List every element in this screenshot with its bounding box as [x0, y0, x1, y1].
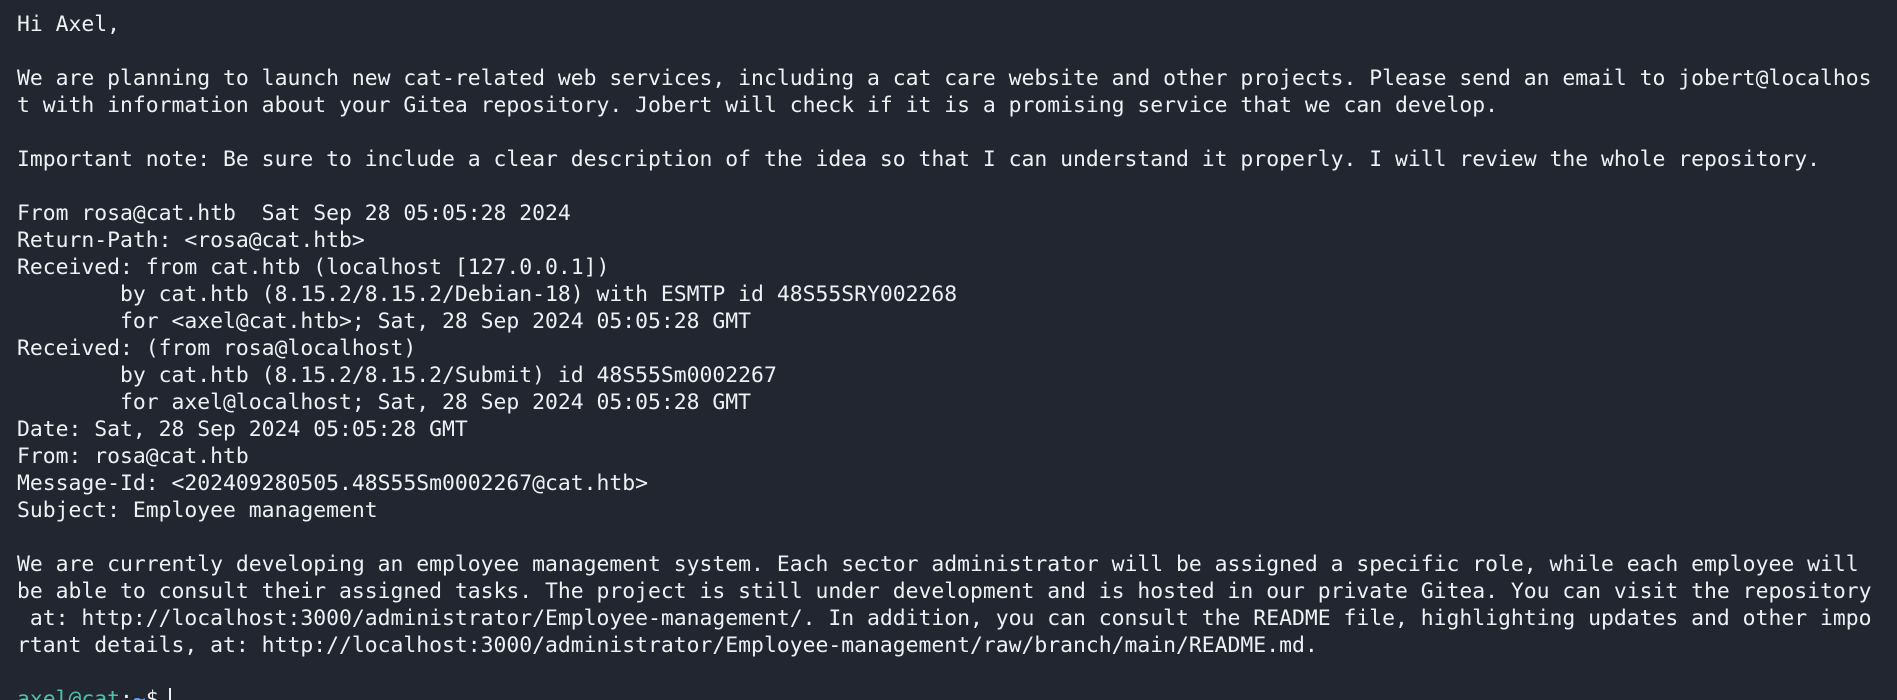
- text-cursor: [168, 688, 171, 700]
- prompt-symbol: $: [145, 687, 159, 700]
- shell-prompt[interactable]: axel@cat:~$: [17, 686, 1897, 700]
- terminal-output: Hi Axel, We are planning to launch new ca…: [17, 11, 1897, 686]
- terminal-line: We are planning to launch new cat-relate…: [17, 66, 1872, 91]
- terminal-line: From rosa@cat.htb Sat Sep 28 05:05:28 20…: [17, 201, 571, 226]
- terminal-line: by cat.htb (8.15.2/8.15.2/Submit) id 48S…: [17, 363, 777, 388]
- terminal-line: Received: from cat.htb (localhost [127.0…: [17, 255, 610, 280]
- terminal-line: Return-Path: <rosa@cat.htb>: [17, 228, 365, 253]
- terminal-line: Received: (from rosa@localhost): [17, 336, 417, 361]
- prompt-user-host: axel@cat: [17, 687, 121, 700]
- terminal-line: Hi Axel,: [17, 12, 121, 37]
- terminal-window[interactable]: Hi Axel, We are planning to launch new ca…: [0, 0, 1897, 700]
- terminal-line: by cat.htb (8.15.2/8.15.2/Debian-18) wit…: [17, 282, 958, 307]
- terminal-line: for <axel@cat.htb>; Sat, 28 Sep 2024 05:…: [17, 309, 752, 334]
- terminal-line: t with information about your Gitea repo…: [17, 93, 1498, 118]
- terminal-line: Message-Id: <202409280505.48S55Sm0002267…: [17, 471, 649, 496]
- terminal-line: for axel@localhost; Sat, 28 Sep 2024 05:…: [17, 390, 752, 415]
- terminal-line: Important note: Be sure to include a cle…: [17, 147, 1820, 172]
- terminal-line: rtant details, at: http://localhost:3000…: [17, 633, 1318, 658]
- terminal-line: We are currently developing an employee …: [17, 552, 1859, 577]
- terminal-line: at: http://localhost:3000/administrator/…: [17, 606, 1872, 631]
- terminal-line: Subject: Employee management: [17, 498, 378, 523]
- terminal-line: Date: Sat, 28 Sep 2024 05:05:28 GMT: [17, 417, 468, 442]
- prompt-path: ~: [132, 687, 146, 700]
- terminal-line: be able to consult their assigned tasks.…: [17, 579, 1872, 604]
- terminal-line: From: rosa@cat.htb: [17, 444, 249, 469]
- prompt-separator: :: [120, 687, 133, 700]
